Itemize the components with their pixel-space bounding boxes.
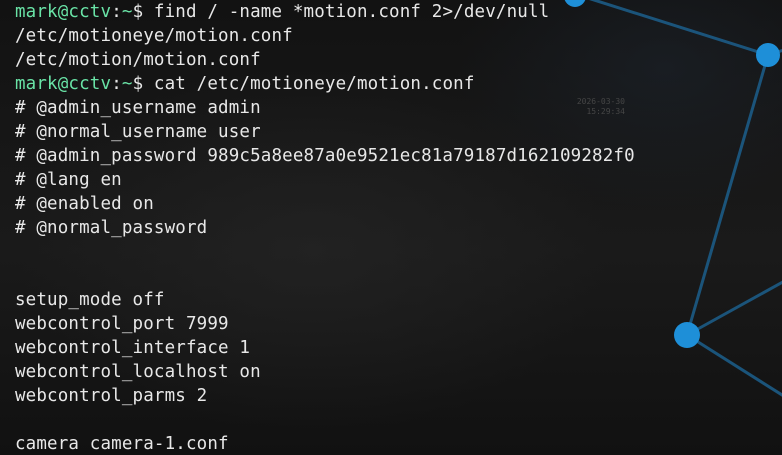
output-line: # @lang en xyxy=(15,170,122,190)
output-line: webcontrol_interface 1 xyxy=(15,338,251,358)
prompt-symbol: $ xyxy=(132,74,144,94)
prompt-symbol: $ xyxy=(132,2,144,22)
output-line: # @normal_password xyxy=(15,218,208,238)
command-text: find / -name *motion.conf 2>/dev/null xyxy=(143,2,550,22)
wallpaper-node xyxy=(674,322,700,348)
output-line: webcontrol_port 7999 xyxy=(15,314,229,334)
output-line: /etc/motioneye/motion.conf xyxy=(15,26,293,46)
output-line: webcontrol_parms 2 xyxy=(15,386,208,406)
prompt-colon: : xyxy=(111,74,122,94)
terminal-output: mark@cctv:~$ find / -name *motion.conf 2… xyxy=(15,0,635,455)
wallpaper-edge xyxy=(685,54,770,336)
output-line: # @enabled on xyxy=(15,194,154,214)
output-line: webcontrol_localhost on xyxy=(15,362,261,382)
terminal-window[interactable]: 2026-03-30 15:29:34 mark@cctv:~$ find / … xyxy=(0,0,782,455)
output-line: camera camera-1.conf xyxy=(15,434,229,454)
prompt-line: mark@cctv:~$ find / -name *motion.conf 2… xyxy=(15,0,635,24)
prompt-user-host: mark@cctv xyxy=(15,2,112,22)
prompt-path: ~ xyxy=(121,2,133,22)
output-line: # @admin_password 989c5a8ee87a0e9521ec81… xyxy=(15,146,635,166)
wallpaper-edge xyxy=(686,333,782,397)
output-line: /etc/motion/motion.conf xyxy=(15,50,261,70)
output-line: # @normal_username user xyxy=(15,122,261,142)
command-text: cat /etc/motioneye/motion.conf xyxy=(143,74,475,94)
prompt-path: ~ xyxy=(121,74,133,94)
output-line: # @admin_username admin xyxy=(15,98,261,118)
prompt-colon: : xyxy=(111,2,122,22)
wallpaper-node xyxy=(756,43,780,67)
output-line: setup_mode off xyxy=(15,290,165,310)
prompt-line: mark@cctv:~$ cat /etc/motioneye/motion.c… xyxy=(15,72,635,96)
prompt-user-host: mark@cctv xyxy=(15,74,112,94)
